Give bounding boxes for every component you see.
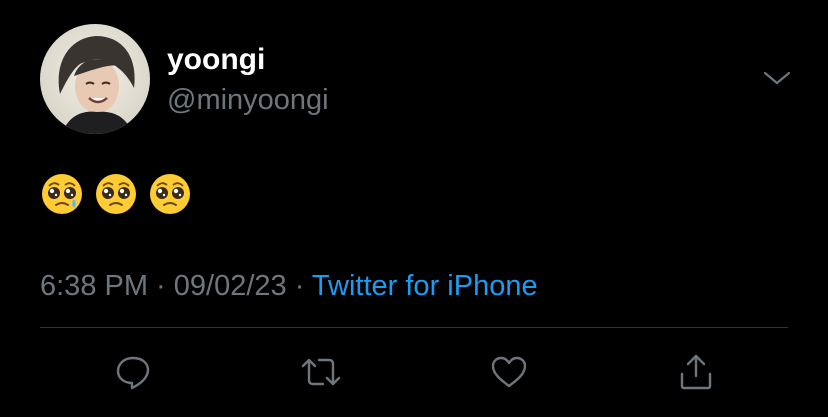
reply-button[interactable]: [107, 346, 159, 398]
like-icon: [491, 356, 527, 388]
profile-photo-icon: [40, 24, 150, 134]
pleading-face-icon: [42, 174, 82, 214]
tweet-time[interactable]: 6:38 PM: [40, 270, 148, 302]
chevron-down-icon: [763, 71, 791, 85]
avatar[interactable]: [40, 24, 150, 134]
share-icon: [680, 354, 712, 390]
pleading-face-icon: [96, 174, 136, 214]
tweet-date[interactable]: 09/02/23: [174, 270, 287, 302]
reply-icon: [116, 356, 150, 390]
more-options-button[interactable]: [760, 64, 794, 92]
pleading-face-icon: [150, 174, 190, 214]
tweet-source-link[interactable]: Twitter for iPhone: [312, 270, 538, 302]
tweet-text: [40, 172, 192, 222]
retweet-button[interactable]: [295, 346, 347, 398]
retweet-icon: [301, 358, 341, 386]
meta-separator: ·: [148, 270, 174, 302]
tweet-meta: 6:38 PM · 09/02/23 · Twitter for iPhone: [40, 268, 538, 304]
divider: [40, 327, 788, 328]
author-handle[interactable]: @minyoongi: [167, 83, 329, 117]
meta-separator: ·: [286, 270, 312, 302]
share-button[interactable]: [670, 346, 722, 398]
action-bar: [0, 346, 828, 398]
tweet: yoongi @minyoongi 6:38 PM · 09/02/23 · T…: [0, 0, 828, 417]
author-display-name[interactable]: yoongi: [167, 42, 265, 78]
like-button[interactable]: [483, 346, 535, 398]
